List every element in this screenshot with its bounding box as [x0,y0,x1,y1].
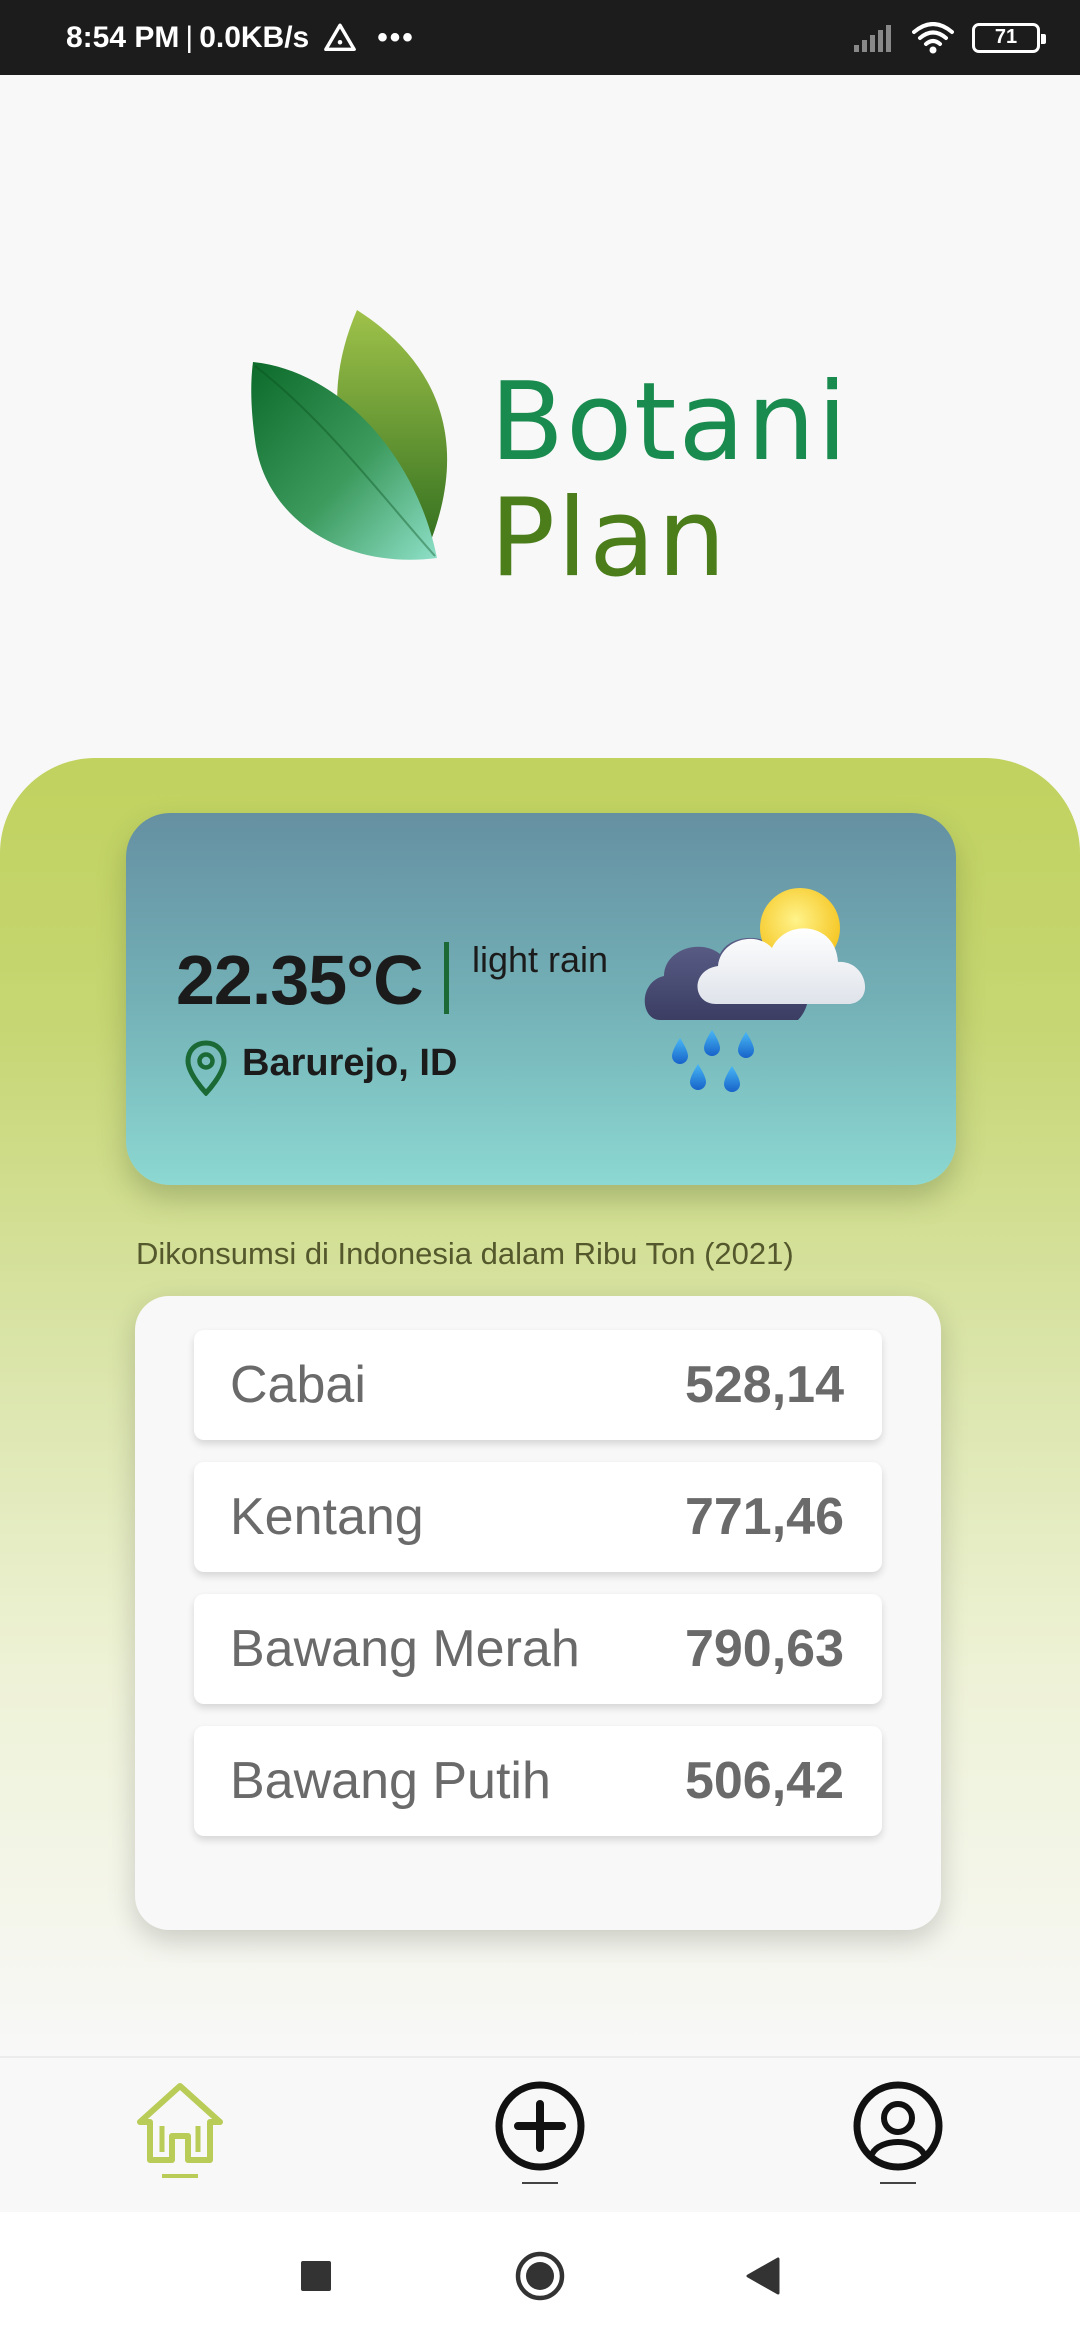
commodity-name: Cabai [230,1356,366,1414]
commodity-value: 528,14 [684,1356,844,1414]
commodity-name: Bawang Merah [230,1620,580,1678]
back-button[interactable] [736,2250,788,2302]
nav-home-button[interactable] [132,2080,228,2190]
list-item: Cabai 528,14 [194,1330,882,1440]
add-icon [495,2081,585,2171]
status-right: 71 [852,0,1046,75]
commodity-name: Bawang Putih [230,1752,551,1810]
list-item: Bawang Putih 506,42 [194,1726,882,1836]
commodity-value: 771,46 [684,1488,844,1546]
app-logo-text: Botani Plan [490,365,849,597]
commodity-name: Kentang [230,1488,424,1546]
status-separator: | [185,20,194,54]
logo-word-plan: Plan [490,476,728,601]
circle-home-icon [515,2251,565,2301]
home-icon [137,2083,223,2163]
nav-profile-button[interactable] [850,2080,946,2190]
weather-location: Barurejo, ID [242,1042,458,1084]
nav-add-button[interactable] [492,2080,588,2190]
alert-icon [324,23,357,51]
status-time: 8:54 PM [66,20,180,54]
list-item: Kentang 771,46 [194,1462,882,1572]
nav-indicator [880,2182,916,2184]
back-triangle-icon [746,2257,780,2295]
commodity-value: 506,42 [684,1752,844,1810]
rain-sun-cloud-icon [644,888,866,1092]
nav-active-indicator [162,2174,198,2178]
weather-condition: light rain [472,939,609,980]
status-bar: 8:54 PM | 0.0KB/s ••• 71 [0,0,1080,75]
commodity-value: 790,63 [684,1620,844,1678]
more-dots-icon: ••• [377,20,415,54]
recent-apps-button[interactable] [290,2250,342,2302]
square-icon [301,2261,331,2291]
weather-temperature: 22.35°C [176,941,424,1019]
signal-icon [854,24,891,52]
home-system-button[interactable] [514,2250,566,2302]
wifi-icon [912,21,954,53]
profile-icon [853,2081,943,2171]
consumption-caption: Dikonsumsi di Indonesia dalam Ribu Ton (… [136,1236,794,1271]
battery-level: 71 [994,26,1018,48]
weather-divider [444,942,449,1014]
status-left: 8:54 PM | 0.0KB/s ••• [66,0,415,75]
nav-indicator [522,2182,558,2184]
battery-icon: 71 [972,22,1046,53]
list-item: Bawang Merah 790,63 [194,1594,882,1704]
logo-word-botani: Botani [490,360,850,485]
location-pin-icon [185,1040,227,1096]
status-net-speed: 0.0KB/s [199,20,310,54]
